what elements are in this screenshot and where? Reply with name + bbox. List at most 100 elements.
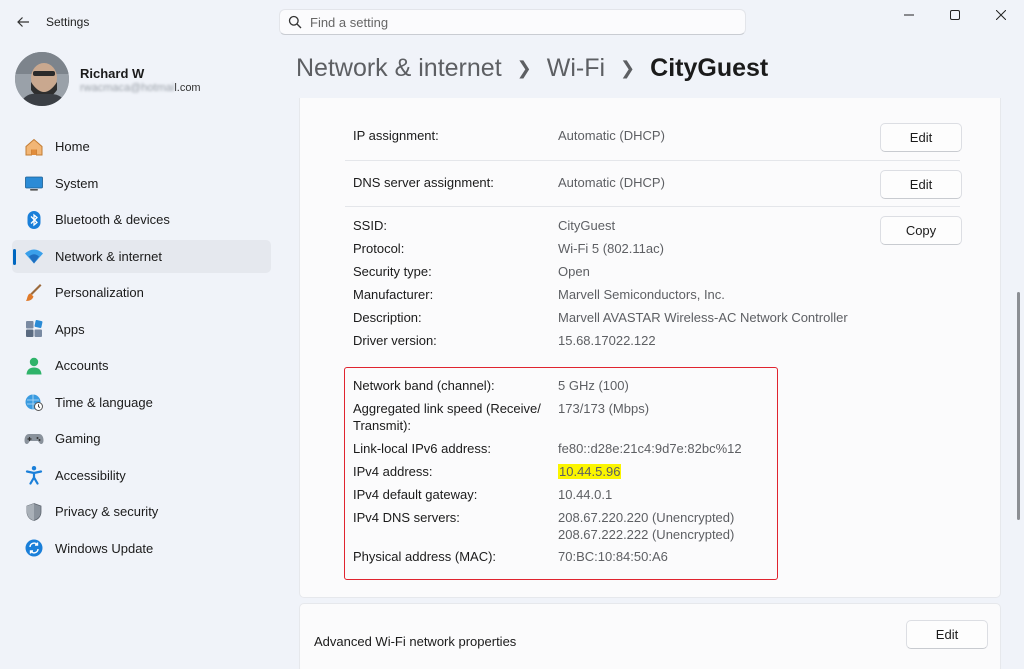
mac-address-value: 70:BC:10:84:50:A6: [558, 549, 668, 564]
sidebar-item-windows-update[interactable]: Windows Update: [12, 532, 271, 565]
breadcrumb-wifi[interactable]: Wi-Fi: [547, 54, 605, 83]
wifi-properties-card: IP assignment: Automatic (DHCP) Edit DNS…: [299, 98, 1001, 598]
search-input[interactable]: [310, 14, 745, 30]
protocol-label: Protocol:: [353, 241, 405, 256]
brush-icon: [24, 283, 44, 303]
dns-assignment-value: Automatic (DHCP): [558, 175, 665, 190]
network-band-label: Network band (channel):: [353, 378, 495, 393]
ssid-label: SSID:: [353, 218, 387, 233]
sidebar-item-label: Privacy & security: [55, 504, 159, 519]
maximize-icon: [950, 10, 960, 20]
bluetooth-icon: [24, 210, 44, 230]
monitor-icon: [24, 173, 44, 193]
description-value: Marvell AVASTAR Wireless-AC Network Cont…: [558, 310, 848, 325]
manufacturer-label: Manufacturer:: [353, 287, 434, 302]
person-icon: [24, 356, 44, 376]
sidebar-item-label: Windows Update: [55, 540, 154, 556]
ip-assignment-edit-button[interactable]: Edit: [880, 123, 962, 152]
dns-assignment-edit-button[interactable]: Edit: [880, 170, 962, 199]
ip-assignment-value: Automatic (DHCP): [558, 128, 665, 143]
scrollbar[interactable]: [1017, 292, 1020, 520]
mac-address-label: Physical address (MAC):: [353, 549, 497, 564]
sidebar-item-label: Gaming: [55, 431, 101, 446]
chevron-right-icon: ❯: [620, 58, 636, 78]
sidebar-item-system[interactable]: System: [12, 167, 271, 200]
sidebar-item-label: Home: [55, 139, 90, 154]
sidebar-item-network[interactable]: Network & internet: [12, 239, 271, 273]
sidebar-item-apps[interactable]: Apps: [12, 313, 271, 346]
sidebar-item-time-language[interactable]: Time & language: [12, 386, 271, 419]
ipv6-value: fe80::d28e:21c4:9d7e:82bc%12: [558, 441, 742, 456]
sidebar-item-personalization[interactable]: Personalization: [12, 276, 271, 309]
profile-email: rwacmaca@hotmail.com: [80, 82, 201, 94]
sidebar-item-gaming[interactable]: Gaming: [12, 422, 271, 455]
chevron-right-icon: ❯: [516, 58, 532, 78]
arrow-left-icon: [17, 17, 29, 27]
search-box[interactable]: [279, 9, 746, 35]
link-speed-value: 173/173 (Mbps): [558, 401, 650, 416]
driver-version-label: Driver version:: [353, 333, 437, 348]
advanced-properties-edit-button[interactable]: Edit: [906, 620, 988, 649]
security-type-label: Security type:: [353, 264, 432, 279]
globe-clock-icon: [24, 392, 44, 412]
close-icon: [996, 10, 1006, 20]
sidebar-item-label: Accounts: [55, 358, 109, 373]
wifi-icon: [24, 246, 44, 266]
advanced-properties-label: Advanced Wi-Fi network properties: [314, 634, 517, 649]
protocol-value: Wi-Fi 5 (802.11ac): [558, 241, 664, 256]
network-band-value: 5 GHz (100): [558, 378, 629, 393]
minimize-icon: [904, 14, 914, 16]
dns-server-1-value: 208.67.220.220 (Unencrypted): [558, 510, 735, 525]
sidebar-nav: Home System Bluetooth & devices Network …: [12, 130, 271, 568]
sidebar-item-bluetooth[interactable]: Bluetooth & devices: [12, 203, 271, 236]
maximize-button[interactable]: [932, 0, 978, 30]
sidebar-item-privacy-security[interactable]: Privacy & security: [12, 495, 271, 528]
driver-version-value: 15.68.17022.122: [558, 333, 656, 348]
settings-window: Settings Find a setting Richard W rwacma…: [0, 0, 1024, 669]
sidebar-item-label: Apps: [55, 321, 85, 337]
sidebar-item-accessibility[interactable]: Accessibility: [12, 459, 271, 492]
sidebar-item-home[interactable]: Home: [12, 130, 271, 163]
breadcrumb-network-internet[interactable]: Network & internet: [296, 54, 502, 83]
window-controls: [886, 0, 1024, 30]
sidebar-item-label: Bluetooth & devices: [55, 212, 170, 227]
sidebar-item-label: Time & language: [55, 394, 153, 410]
sidebar-item-label: Network & internet: [55, 248, 162, 264]
gamepad-icon: [24, 429, 44, 449]
page-title: CityGuest: [650, 54, 769, 82]
update-icon: [24, 538, 44, 558]
minimize-button[interactable]: [886, 0, 932, 30]
link-speed-label-line2: Transmit):: [353, 418, 412, 433]
dns-servers-label: IPv4 DNS servers:: [353, 510, 460, 525]
apps-icon: [24, 319, 44, 339]
advanced-properties-card[interactable]: Advanced Wi-Fi network properties Edit: [299, 603, 1001, 669]
sidebar-item-accounts[interactable]: Accounts: [12, 349, 271, 382]
security-type-value: Open: [558, 264, 590, 279]
user-profile[interactable]: Richard W rwacmaca@hotmail.com: [15, 52, 275, 108]
sidebar-item-label: Accessibility: [55, 467, 126, 483]
back-button[interactable]: [10, 10, 36, 34]
copy-button[interactable]: Copy: [880, 216, 962, 245]
divider: [345, 160, 960, 161]
gateway-label: IPv4 default gateway:: [353, 487, 478, 502]
ipv6-label: Link-local IPv6 address:: [353, 441, 492, 456]
accessibility-icon: [24, 465, 44, 485]
gateway-value: 10.44.0.1: [558, 487, 613, 502]
ipv4-value: 10.44.5.96: [558, 464, 622, 479]
sidebar-item-label: Personalization: [55, 285, 144, 300]
search-icon: [280, 15, 310, 29]
ssid-value: CityGuest: [558, 218, 616, 233]
dns-server-2-value: 208.67.222.222 (Unencrypted): [558, 527, 735, 542]
profile-name: Richard W: [80, 66, 145, 81]
link-speed-label-line1: Aggregated link speed (Receive/: [353, 401, 541, 416]
ip-assignment-label: IP assignment:: [353, 128, 439, 143]
app-title: Settings: [46, 15, 90, 29]
description-label: Description:: [353, 310, 422, 325]
avatar[interactable]: [15, 52, 69, 106]
home-icon: [24, 137, 44, 157]
close-button[interactable]: [978, 0, 1024, 30]
title-bar: Settings: [0, 0, 1024, 44]
shield-icon: [24, 502, 44, 522]
content-area: IP assignment: Automatic (DHCP) Edit DNS…: [299, 98, 1002, 669]
divider: [345, 206, 960, 207]
